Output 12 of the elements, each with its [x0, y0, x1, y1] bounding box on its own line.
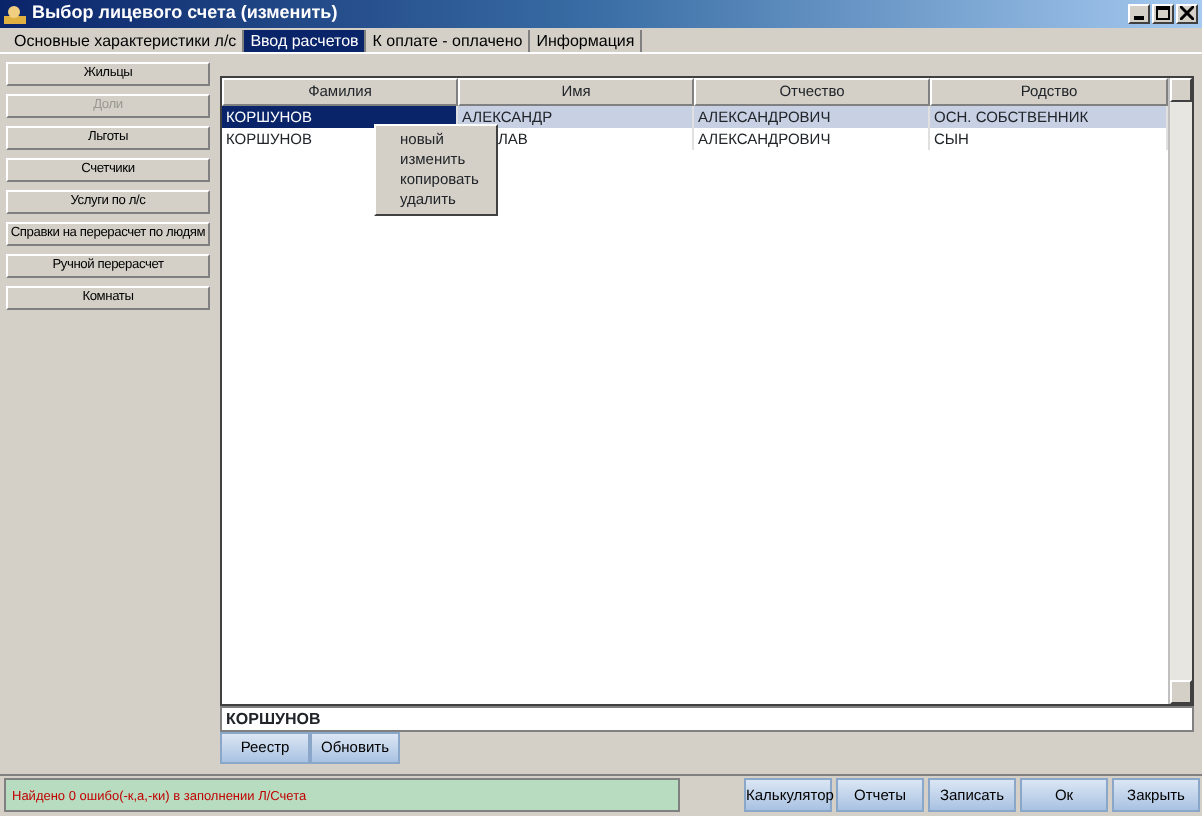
scrollbar[interactable]: [1168, 78, 1192, 704]
close-button[interactable]: [1176, 4, 1198, 24]
tab[interactable]: Информация: [530, 30, 643, 52]
window-title: Выбор лицевого счета (изменить): [32, 0, 340, 27]
close-icon: [1180, 6, 1194, 21]
maximize-icon: [1156, 6, 1170, 21]
tab[interactable]: Ввод расчетов: [244, 30, 367, 52]
tab[interactable]: К оплате - оплачено: [366, 30, 531, 52]
user-icon: [4, 4, 26, 24]
current-value-field: КОРШУНОВ: [220, 706, 1194, 732]
minimize-button[interactable]: [1128, 4, 1150, 24]
maximize-button[interactable]: [1152, 4, 1174, 24]
